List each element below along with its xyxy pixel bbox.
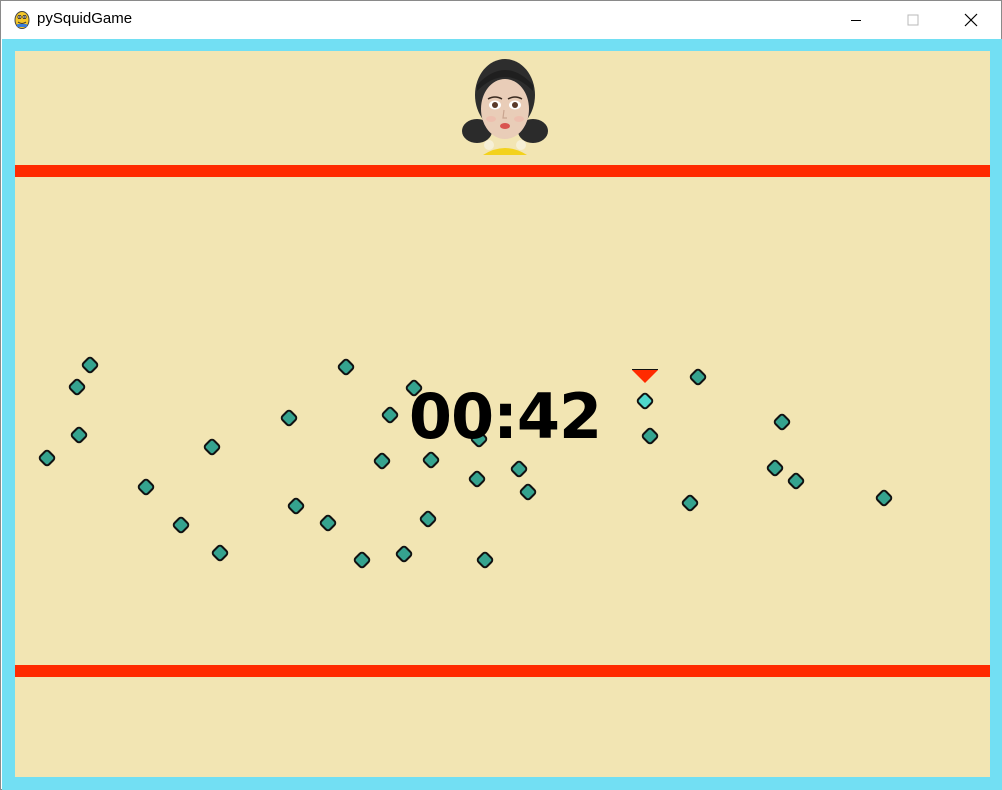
player-token	[394, 544, 414, 564]
player-token	[352, 550, 372, 570]
player-token	[418, 509, 438, 529]
player-token	[640, 426, 660, 446]
player-token	[37, 448, 57, 468]
player-self-token	[635, 391, 655, 411]
close-button[interactable]	[942, 1, 1000, 39]
player-token	[210, 543, 230, 563]
maximize-button[interactable]	[884, 1, 942, 39]
player-token	[765, 458, 785, 478]
game-window: pySquidGame 00:42	[0, 0, 1002, 790]
player-token	[69, 425, 89, 445]
player-token	[372, 451, 392, 471]
player-token	[475, 550, 495, 570]
player-token	[279, 408, 299, 428]
player-token	[286, 496, 306, 516]
minimize-button[interactable]	[827, 1, 885, 39]
maximize-icon	[907, 14, 919, 26]
player-token	[688, 367, 708, 387]
game-canvas[interactable]: 00:42	[2, 39, 1002, 790]
player-token	[467, 469, 487, 489]
close-icon	[964, 13, 978, 27]
player-token	[80, 355, 100, 375]
pygame-snake-icon	[13, 10, 31, 30]
countdown-timer: 00:42	[408, 380, 602, 453]
title-bar[interactable]: pySquidGame	[1, 1, 1001, 39]
window-title: pySquidGame	[37, 10, 133, 27]
player-token	[136, 477, 156, 497]
play-field: 00:42	[15, 51, 990, 777]
red-triangle-indicator	[632, 369, 658, 383]
player-token	[67, 377, 87, 397]
minimize-icon	[850, 14, 862, 26]
player-token	[380, 405, 400, 425]
player-token	[772, 412, 792, 432]
player-token	[171, 515, 191, 535]
player-token	[680, 493, 700, 513]
player-token	[202, 437, 222, 457]
player-token	[509, 459, 529, 479]
player-token	[874, 488, 894, 508]
player-token	[318, 513, 338, 533]
player-token	[786, 471, 806, 491]
player-token	[518, 482, 538, 502]
player-token	[336, 357, 356, 377]
